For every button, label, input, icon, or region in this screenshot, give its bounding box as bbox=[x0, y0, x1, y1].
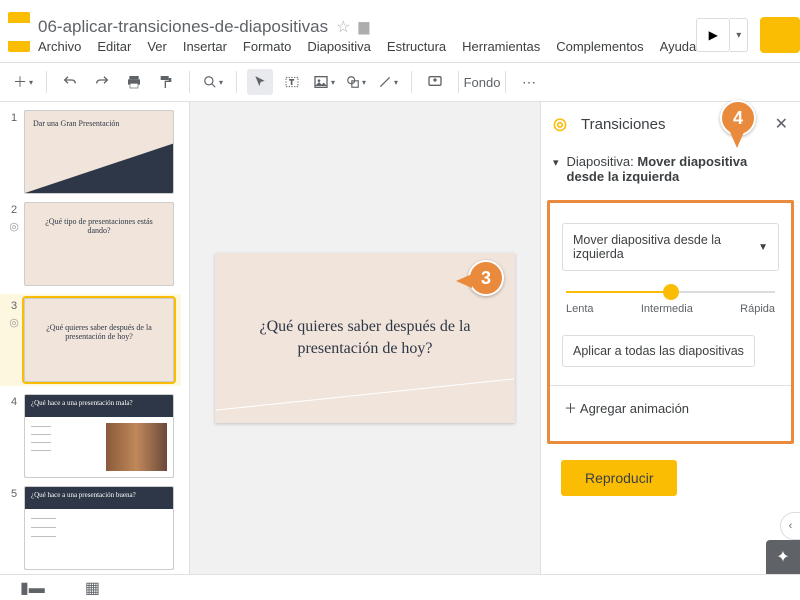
side-panel-toggle[interactable]: ‹ bbox=[780, 512, 800, 540]
present-dropdown[interactable]: ▾ bbox=[730, 18, 748, 52]
thumb-number: 3 bbox=[4, 298, 24, 312]
select-tool[interactable] bbox=[247, 69, 273, 95]
thumb-number: 1 bbox=[4, 110, 24, 124]
speed-label-fast: Rápida bbox=[740, 303, 775, 315]
select-value: Mover diapositiva desde la izquierda bbox=[573, 233, 758, 261]
header-right: ▶ ▾ bbox=[696, 17, 800, 53]
title-area: 06-aplicar-transiciones-de-diapositivas … bbox=[38, 17, 696, 54]
slide-thumbnail-5[interactable]: ¿Qué hace a una presentación buena? ————… bbox=[24, 486, 174, 570]
thumb-number: 5 bbox=[4, 486, 24, 500]
transition-icon: ◎ bbox=[4, 220, 24, 233]
thumb-number: 4 bbox=[4, 394, 24, 408]
filmstrip-view-icon[interactable]: ▮▬ bbox=[20, 578, 45, 598]
menu-editar[interactable]: Editar bbox=[97, 39, 131, 54]
transition-select[interactable]: Mover diapositiva desde la izquierda ▼ bbox=[562, 223, 779, 271]
transition-icon: ◎ bbox=[4, 316, 24, 329]
shape-tool[interactable] bbox=[343, 69, 369, 95]
comment-button[interactable] bbox=[422, 69, 448, 95]
speed-label-slow: Lenta bbox=[566, 303, 594, 315]
section-label: Diapositiva: bbox=[567, 154, 634, 169]
grid-view-icon[interactable]: ▦ bbox=[85, 578, 100, 598]
line-tool[interactable] bbox=[375, 69, 401, 95]
textbox-tool[interactable]: T bbox=[279, 69, 305, 95]
new-slide-button[interactable]: ＋ bbox=[10, 69, 36, 95]
transitions-icon: ◎ bbox=[553, 114, 573, 134]
menu-insertar[interactable]: Insertar bbox=[183, 39, 227, 54]
slide-thumbnail-4[interactable]: ¿Qué hace a una presentación mala? —————… bbox=[24, 394, 174, 478]
explore-button[interactable]: ✦ bbox=[766, 540, 800, 574]
dropdown-arrow-icon: ▼ bbox=[758, 242, 768, 253]
zoom-button[interactable] bbox=[200, 69, 226, 95]
speed-label-mid: Intermedia bbox=[641, 303, 693, 315]
thumb-number: 2 bbox=[4, 202, 24, 216]
svg-text:T: T bbox=[289, 78, 294, 87]
menu-complementos[interactable]: Complementos bbox=[556, 39, 643, 54]
chevron-down-icon: ▾ bbox=[553, 156, 559, 169]
slide-thumbnail-1[interactable]: Dar una Gran Presentación bbox=[24, 110, 174, 194]
footer: ▮▬ ▦ bbox=[0, 574, 800, 600]
redo-button[interactable] bbox=[89, 69, 115, 95]
speed-slider[interactable]: Lenta Intermedia Rápida bbox=[566, 291, 775, 315]
more-button[interactable]: ⋯ bbox=[516, 69, 542, 95]
transitions-panel: ◎ Transiciones ✕ ▾ Diapositiva: Mover di… bbox=[540, 102, 800, 574]
menu-formato[interactable]: Formato bbox=[243, 39, 291, 54]
thumb-title: ¿Qué hace a una presentación mala? bbox=[25, 395, 173, 411]
menu-estructura[interactable]: Estructura bbox=[387, 39, 446, 54]
add-animation-button[interactable]: ＋ Agregar animación bbox=[562, 386, 779, 429]
slides-logo bbox=[8, 12, 30, 52]
slide-thumbnail-2[interactable]: ¿Qué tipo de presentaciones estás dando? bbox=[24, 202, 174, 286]
highlight-box: Mover diapositiva desde la izquierda ▼ L… bbox=[547, 200, 794, 444]
slide-thumbnail-panel: 1 Dar una Gran Presentación 2 ◎ ¿Qué tipo… bbox=[0, 102, 190, 574]
slide-canvas[interactable]: ¿Qué quieres saber después de la present… bbox=[190, 102, 540, 574]
main-area: 1 Dar una Gran Presentación 2 ◎ ¿Qué tipo… bbox=[0, 102, 800, 574]
image-tool[interactable] bbox=[311, 69, 337, 95]
thumb-title: Dar una Gran Presentación bbox=[25, 111, 173, 136]
menu-ayuda[interactable]: Ayuda bbox=[660, 39, 697, 54]
menu-archivo[interactable]: Archivo bbox=[38, 39, 81, 54]
menu-diapositiva[interactable]: Diapositiva bbox=[307, 39, 371, 54]
present-button[interactable]: ▶ bbox=[696, 18, 730, 52]
apply-all-button[interactable]: Aplicar a todas las diapositivas bbox=[562, 335, 755, 367]
add-animation-label: Agregar animación bbox=[580, 401, 689, 416]
toolbar: ＋ T Fondo ⋯ bbox=[0, 62, 800, 102]
play-button[interactable]: Reproducir bbox=[561, 460, 677, 496]
share-button[interactable] bbox=[760, 17, 800, 53]
app-header: 06-aplicar-transiciones-de-diapositivas … bbox=[0, 0, 800, 62]
thumb-title: ¿Qué hace a una presentación buena? bbox=[25, 487, 173, 503]
star-icon[interactable]: ☆ bbox=[336, 17, 350, 37]
menu-ver[interactable]: Ver bbox=[147, 39, 167, 54]
undo-button[interactable] bbox=[57, 69, 83, 95]
tutorial-callout-3: 3 bbox=[468, 260, 504, 296]
print-button[interactable] bbox=[121, 69, 147, 95]
folder-icon[interactable]: ▆ bbox=[358, 18, 369, 35]
slide-thumbnail-3[interactable]: ¿Qué quieres saber después de la present… bbox=[24, 298, 174, 382]
close-icon[interactable]: ✕ bbox=[775, 114, 788, 134]
menu-bar: Archivo Editar Ver Insertar Formato Diap… bbox=[38, 39, 696, 54]
thumb-title: ¿Qué quieres saber después de la present… bbox=[25, 317, 173, 347]
document-title[interactable]: 06-aplicar-transiciones-de-diapositivas bbox=[38, 17, 328, 37]
section-toggle[interactable]: ▾ Diapositiva: Mover diapositiva desde l… bbox=[553, 150, 788, 188]
menu-herramientas[interactable]: Herramientas bbox=[462, 39, 540, 54]
slide-text: ¿Qué quieres saber después de la present… bbox=[215, 316, 515, 361]
thumb-title: ¿Qué tipo de presentaciones estás dando? bbox=[25, 211, 173, 241]
paint-format-button[interactable] bbox=[153, 69, 179, 95]
tutorial-callout-4: 4 bbox=[720, 100, 756, 136]
background-button[interactable]: Fondo bbox=[469, 69, 495, 95]
